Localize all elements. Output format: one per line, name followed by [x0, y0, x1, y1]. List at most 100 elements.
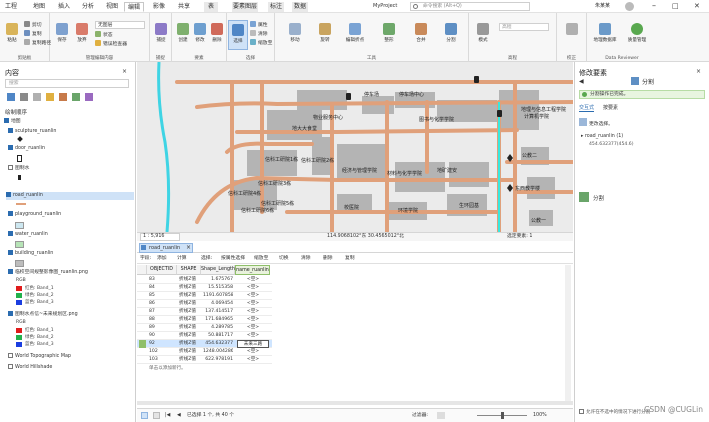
tab-view[interactable]: 视图 — [103, 2, 121, 12]
tool-reshape-button[interactable]: 整形 — [377, 20, 401, 50]
map-view[interactable]: 停车场 停车场中心 物业服务中心 图书与化学学院 地理与信息工程学院 计算机学院… — [137, 62, 573, 232]
table-cell[interactable]: 171.684965 — [203, 316, 233, 324]
table-cell[interactable]: 92 — [149, 340, 175, 348]
tool-split-button[interactable]: 分割 — [439, 20, 463, 50]
table-cell[interactable]: 折线Z值 — [179, 356, 201, 364]
tab-map[interactable]: 地图 — [30, 2, 48, 12]
symbology-icon[interactable] — [85, 93, 93, 101]
tool-merge-button[interactable]: 合并 — [409, 20, 433, 50]
layer-dropdown[interactable]: 无图层 — [95, 21, 145, 29]
table-cell[interactable]: 15.515358 — [203, 284, 233, 292]
layer-image-1[interactable]: 临校空间规整影像图_ruanlin.png — [8, 269, 88, 277]
user-name[interactable]: 朱某某 — [595, 2, 610, 11]
table-view-icon[interactable] — [141, 412, 148, 419]
table-cell[interactable]: 折线Z值 — [179, 300, 201, 308]
copy-button[interactable]: 复制 — [24, 30, 42, 38]
table-cell[interactable]: 4.289785 — [203, 324, 233, 332]
filter-icon[interactable] — [437, 412, 445, 419]
layer-checkbox[interactable] — [8, 311, 13, 316]
back-arrow-icon[interactable]: ◀ — [579, 78, 584, 85]
maximize-icon[interactable]: □ — [672, 1, 679, 11]
table-cell[interactable]: 84 — [149, 284, 175, 292]
delete-rows-button[interactable]: 删除 — [323, 253, 333, 264]
layer-checkbox[interactable] — [8, 250, 13, 255]
error-inspector-button[interactable]: 错误检查器 — [95, 40, 127, 48]
tab-imagery[interactable]: 影像 — [150, 2, 168, 12]
layer-checkbox[interactable] — [8, 211, 13, 216]
clear-selection-table-button[interactable]: 清除 — [301, 253, 311, 264]
data-source-icon[interactable] — [20, 93, 28, 101]
table-cell[interactable]: <空> — [237, 348, 269, 356]
table-cell[interactable]: <空> — [237, 292, 269, 300]
layer-checkbox[interactable] — [8, 364, 13, 369]
zoom-slider-handle[interactable] — [501, 412, 504, 419]
tab-feature-layer[interactable]: 要素图层 — [232, 2, 258, 12]
table-cell[interactable]: <空> — [237, 316, 269, 324]
split-action-button[interactable]: 分割 — [593, 194, 604, 202]
table-cell[interactable]: <空> — [237, 276, 269, 284]
field-view-icon[interactable] — [153, 412, 160, 419]
tab-road-table[interactable]: road_ruanlin — [139, 243, 193, 253]
table-cell[interactable]: 85 — [149, 292, 175, 300]
layer-road[interactable]: road_ruanlin — [6, 192, 134, 200]
table-cell[interactable]: 折线Z值 — [179, 340, 201, 348]
table-cell[interactable]: <空> — [237, 308, 269, 316]
contents-search-input[interactable]: 搜索 — [5, 79, 129, 88]
table-cell[interactable]: <空> — [237, 356, 269, 364]
table-cell[interactable]: 折线Z值 — [179, 276, 201, 284]
tree-item-road[interactable]: ▸ road_ruanlin (1) — [581, 134, 623, 139]
close-icon[interactable]: ✕ — [694, 1, 700, 11]
table-cell[interactable]: <空> — [237, 324, 269, 332]
layer-map[interactable]: 地图 — [4, 118, 21, 126]
column-header-objectid[interactable]: OBJECTID — [147, 265, 177, 275]
labeling-icon[interactable] — [72, 93, 80, 101]
layer-playground[interactable]: playground_ruanlin — [8, 211, 61, 219]
layer-checkbox[interactable] — [8, 145, 13, 150]
table-cell[interactable]: 137.414517 — [203, 308, 233, 316]
pane-close-icon[interactable]: × — [122, 68, 127, 75]
selection-icon[interactable] — [33, 93, 41, 101]
tab-project[interactable]: 工程 — [2, 2, 20, 12]
avatar[interactable] — [625, 2, 634, 11]
tab-edit[interactable]: 编辑 — [124, 2, 144, 12]
vertical-scrollbar[interactable] — [565, 265, 571, 401]
layer-checkbox[interactable] — [8, 231, 13, 236]
select-features-icon[interactable] — [579, 118, 587, 126]
add-field-button[interactable]: 添加 — [157, 253, 167, 264]
layer-checkbox[interactable] — [8, 353, 13, 358]
switch-selection-button[interactable]: 切换 — [279, 253, 289, 264]
column-header-shape-length[interactable]: Shape_Length — [201, 265, 235, 275]
layer-world-hillshade[interactable]: World Hillshade — [8, 364, 52, 372]
status-button[interactable]: 状态 — [95, 31, 113, 39]
selected-features-count[interactable]: 选定要素: 1 — [507, 233, 532, 241]
table-cell[interactable]: 折线Z值 — [179, 348, 201, 356]
table-cell[interactable]: 折线Z值 — [179, 324, 201, 332]
table-cell[interactable]: 86 — [149, 300, 175, 308]
table-cell[interactable]: 1191.607858 — [203, 292, 233, 300]
paste-button[interactable]: 粘贴 — [2, 20, 22, 50]
layer-checkbox[interactable] — [8, 269, 13, 274]
layer-building[interactable]: building_ruanlin — [8, 250, 53, 258]
table-cell[interactable]: 折线Z值 — [179, 316, 201, 324]
table-cell[interactable]: 50.881717 — [203, 332, 233, 340]
calculate-field-button[interactable]: 计算 — [177, 253, 187, 264]
copy-rows-button[interactable]: 复制 — [345, 253, 355, 264]
table-cell[interactable]: 折线Z值 — [179, 292, 201, 300]
column-header-name[interactable]: name_ruanlin — [235, 265, 270, 275]
elevation-mode-button[interactable]: 模式 — [473, 20, 493, 50]
minimize-icon[interactable]: – — [652, 1, 656, 11]
quality-manage-button[interactable]: 质量管理 — [623, 20, 651, 50]
table-cell[interactable]: <空> — [237, 300, 269, 308]
table-cell[interactable]: 折线Z值 — [179, 284, 201, 292]
tab-insert[interactable]: 插入 — [55, 2, 73, 12]
tab-table[interactable]: 表 — [204, 2, 218, 12]
table-cell[interactable]: 1.675767 — [203, 276, 233, 284]
select-by-attribute-button[interactable]: 按属性选择 — [221, 253, 245, 264]
table-cell[interactable]: 103 — [149, 356, 175, 364]
horizontal-scrollbar[interactable] — [137, 401, 573, 405]
tool-move-button[interactable]: 移动 — [283, 20, 307, 50]
column-header-shape[interactable]: SHAPE — [177, 265, 201, 275]
scale-dropdown[interactable]: 1 : 5,916 — [140, 233, 180, 241]
zoom-to-button[interactable]: 缩放至 — [250, 39, 272, 47]
tool-rotate-button[interactable]: 旋转 — [313, 20, 337, 50]
